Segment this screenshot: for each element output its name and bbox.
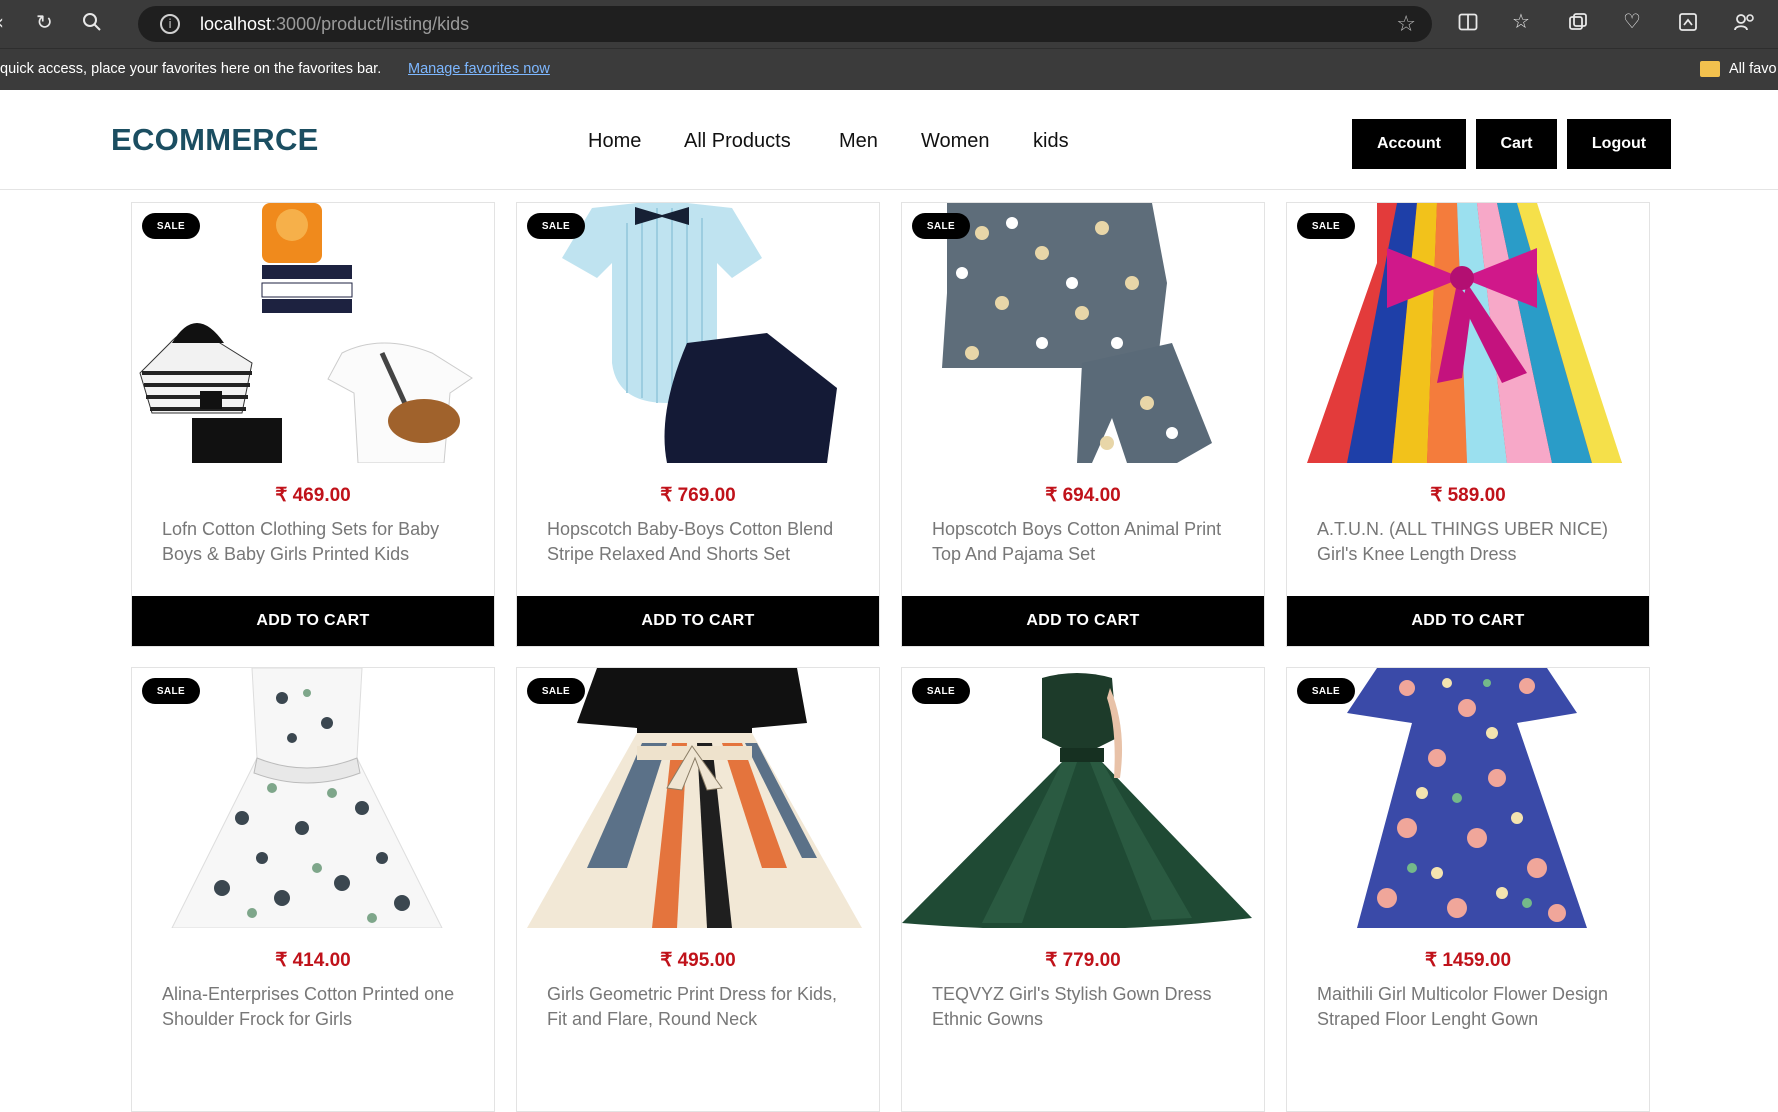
product-image[interactable]: SALE (132, 203, 494, 463)
manage-favorites-link[interactable]: Manage favorites now (408, 61, 550, 77)
account-button[interactable]: Account (1352, 119, 1466, 169)
nav-women[interactable]: Women (921, 130, 990, 153)
product-card[interactable]: SALE ₹ 414.00 Alina-Enterprises Cotton P… (131, 667, 495, 1112)
add-to-cart-button[interactable]: ADD TO CART (132, 596, 494, 646)
product-title[interactable]: TEQVYZ Girl's Stylish Gown Dress Ethnic … (932, 982, 1242, 1032)
sale-badge: SALE (142, 678, 200, 704)
site-logo[interactable]: ECOMMERCE (111, 122, 319, 158)
favorites-bar: quick access, place your favorites here … (0, 48, 1778, 90)
product-image[interactable]: SALE (902, 668, 1264, 928)
search-icon[interactable] (82, 12, 102, 36)
sale-badge: SALE (1297, 213, 1355, 239)
sale-badge: SALE (527, 678, 585, 704)
nav-home[interactable]: Home (588, 130, 641, 153)
product-price: ₹ 769.00 (660, 485, 736, 506)
cart-button[interactable]: Cart (1476, 119, 1557, 169)
favorites-message: quick access, place your favorites here … (0, 61, 382, 77)
add-to-cart-button[interactable]: ADD TO CART (517, 596, 879, 646)
product-price: ₹ 694.00 (1045, 485, 1121, 506)
site-info-icon[interactable]: i (160, 14, 180, 34)
product-card[interactable]: SALE ₹ 589.00 A.T.U.N. (ALL THINGS UBER … (1286, 202, 1650, 647)
product-image[interactable]: SALE (132, 668, 494, 928)
product-image[interactable]: SALE (517, 668, 879, 928)
product-card[interactable]: SALE ₹ 779.00 TEQVYZ Girl's Stylish Gown… (901, 667, 1265, 1112)
nav-kids[interactable]: kids (1033, 130, 1069, 153)
product-image[interactable]: SALE (902, 203, 1264, 463)
refresh-icon[interactable]: ↻ (36, 12, 53, 32)
product-title[interactable]: A.T.U.N. (ALL THINGS UBER NICE) Girl's K… (1317, 517, 1627, 567)
sale-badge: SALE (1297, 678, 1355, 704)
product-price: ₹ 495.00 (660, 950, 736, 971)
add-to-cart-button[interactable]: ADD TO CART (902, 596, 1264, 646)
product-card[interactable]: SALE ₹ 469.00 Lofn Cotton Clothing Sets … (131, 202, 495, 647)
sale-badge: SALE (912, 678, 970, 704)
product-card[interactable]: SALE ₹ 495.00 Girls Geometric Print Dres… (516, 667, 880, 1112)
nav-men[interactable]: Men (839, 130, 878, 153)
product-card[interactable]: SALE ₹ 1459.00 Maithili Girl Multicolor … (1286, 667, 1650, 1112)
all-favorites-link[interactable]: All favo (1729, 61, 1777, 77)
product-title[interactable]: Girls Geometric Print Dress for Kids, Fi… (547, 982, 857, 1032)
nav-all-products[interactable]: All Products (684, 130, 791, 153)
browser-essentials-icon[interactable]: ♡ (1623, 11, 1641, 31)
site-header: ECOMMERCE Home All Products Men Women ki… (0, 90, 1778, 190)
product-price: ₹ 589.00 (1430, 485, 1506, 506)
favorites-icon[interactable]: ☆ (1512, 11, 1530, 31)
product-image[interactable]: SALE (517, 203, 879, 463)
split-screen-icon[interactable] (1458, 12, 1478, 36)
collections-icon[interactable] (1568, 12, 1588, 36)
logout-button[interactable]: Logout (1567, 119, 1671, 169)
product-card[interactable]: SALE ₹ 694.00 Hopscotch Boys Cotton Anim… (901, 202, 1265, 647)
product-title[interactable]: Maithili Girl Multicolor Flower Design S… (1317, 982, 1627, 1032)
product-title[interactable]: Alina-Enterprises Cotton Printed one Sho… (162, 982, 472, 1032)
product-image[interactable]: SALE (1287, 203, 1649, 463)
product-price: ₹ 414.00 (275, 950, 351, 971)
url-text[interactable]: localhost:3000/product/listing/kids (200, 14, 469, 35)
address-bar[interactable]: i localhost:3000/product/listing/kids ☆ (138, 6, 1432, 42)
product-card[interactable]: SALE ₹ 769.00 Hopscotch Baby-Boys Cotton… (516, 202, 880, 647)
product-title[interactable]: Hopscotch Boys Cotton Animal Print Top A… (932, 517, 1242, 567)
extensions-icon[interactable] (1733, 12, 1755, 36)
folder-icon (1700, 61, 1720, 77)
sale-badge: SALE (912, 213, 970, 239)
product-title[interactable]: Lofn Cotton Clothing Sets for Baby Boys … (162, 517, 472, 567)
browser-toolbar: ‹ ↻ i localhost:3000/product/listing/kid… (0, 0, 1778, 48)
product-title[interactable]: Hopscotch Baby-Boys Cotton Blend Stripe … (547, 517, 857, 567)
performance-icon[interactable] (1678, 12, 1698, 36)
product-price: ₹ 1459.00 (1424, 950, 1512, 971)
product-price: ₹ 469.00 (275, 485, 351, 506)
favorite-star-icon[interactable]: ☆ (1396, 12, 1416, 37)
sale-badge: SALE (527, 213, 585, 239)
sale-badge: SALE (142, 213, 200, 239)
back-icon[interactable]: ‹ (0, 12, 4, 32)
add-to-cart-button[interactable]: ADD TO CART (1287, 596, 1649, 646)
product-price: ₹ 779.00 (1045, 950, 1121, 971)
product-image[interactable]: SALE (1287, 668, 1649, 928)
